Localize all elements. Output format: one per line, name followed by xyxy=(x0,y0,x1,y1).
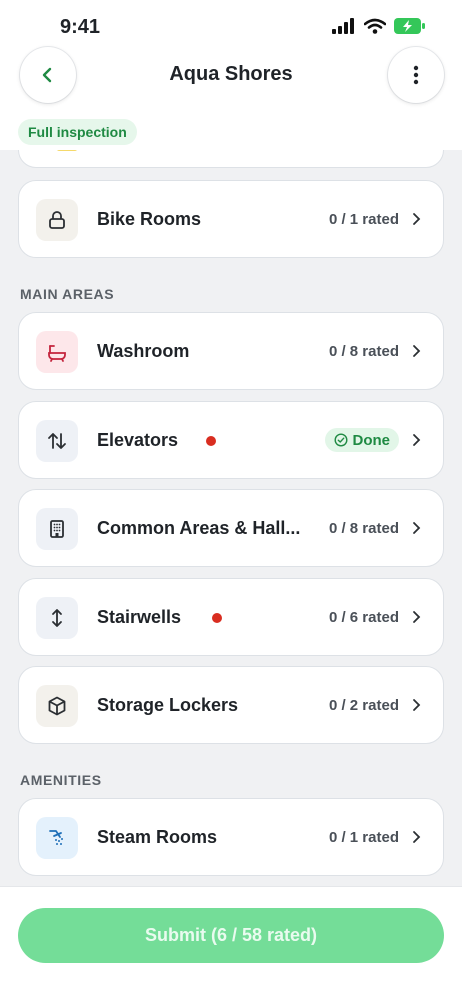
status-time: 9:41 xyxy=(60,16,101,38)
rated-count: 0 / 1 rated xyxy=(328,211,399,228)
rated-count: 0 / 8 rated xyxy=(328,343,399,360)
status-bar: 9:41 xyxy=(0,0,462,54)
area-card-stairwells[interactable]: Stairwells 0 / 6 rated xyxy=(18,578,444,656)
area-card-elevators[interactable]: Elevators Done xyxy=(18,401,444,479)
rated-count: 0 / 2 rated xyxy=(328,697,399,714)
area-card-bike-rooms[interactable]: Bike Rooms 0 / 1 rated xyxy=(18,180,444,258)
more-vertical-icon xyxy=(413,65,419,85)
area-card-washroom[interactable]: Washroom 0 / 8 rated xyxy=(18,312,444,390)
flag-dot xyxy=(206,436,216,446)
building-icon xyxy=(36,508,78,550)
bottom-action-bar: Submit (6 / 58 rated) xyxy=(0,886,462,1001)
area-title: Stairwells xyxy=(97,607,182,627)
wifi-icon xyxy=(364,18,386,34)
chevron-right-icon xyxy=(413,522,421,534)
flag-dot xyxy=(212,613,222,623)
up-down-arrows-icon xyxy=(36,420,78,462)
status-icons xyxy=(332,17,426,35)
box-icon xyxy=(36,685,78,727)
chevron-right-icon xyxy=(413,699,421,711)
chevron-right-icon xyxy=(413,345,421,357)
area-title: Bike Rooms xyxy=(97,209,202,229)
submit-button[interactable]: Submit (6 / 58 rated) xyxy=(18,908,444,963)
areas-list[interactable]: Bike Rooms 0 / 1 rated MAIN AREAS Washro… xyxy=(0,150,462,886)
status-label: Done xyxy=(352,431,391,449)
rated-count: 0 / 8 rated xyxy=(328,520,399,537)
area-title: Storage Lockers xyxy=(97,695,239,715)
battery-charging-icon xyxy=(394,18,425,34)
area-title: Common Areas & Hall... xyxy=(97,518,301,538)
rated-count: 0 / 6 rated xyxy=(328,609,399,626)
inspection-type-badge: Full inspection xyxy=(18,119,137,145)
check-circle-icon xyxy=(333,433,348,447)
area-title: Steam Rooms xyxy=(97,827,218,847)
area-card-partial[interactable] xyxy=(18,150,444,168)
vertical-arrows-icon xyxy=(36,597,78,639)
signal-icon xyxy=(332,18,354,34)
area-title: Elevators xyxy=(97,430,179,450)
area-card-storage-lockers[interactable]: Storage Lockers 0 / 2 rated xyxy=(18,666,444,744)
chevron-right-icon xyxy=(413,831,421,843)
more-options-button[interactable] xyxy=(388,47,444,103)
area-title: Washroom xyxy=(97,341,190,361)
section-header-amenities: AMENITIES xyxy=(20,772,102,788)
section-header-main-areas: MAIN AREAS xyxy=(20,286,115,302)
partial-icon-tile xyxy=(57,150,77,151)
shower-icon xyxy=(36,817,78,859)
status-badge: Done xyxy=(324,428,399,452)
rated-count: 0 / 1 rated xyxy=(328,829,399,846)
chevron-right-icon xyxy=(413,213,421,225)
area-card-steam-rooms[interactable]: Steam Rooms 0 / 1 rated xyxy=(18,798,444,876)
chevron-right-icon xyxy=(413,611,421,623)
lock-icon xyxy=(36,199,78,241)
header: Aqua Shores Full inspection xyxy=(0,47,462,150)
chevron-right-icon xyxy=(413,434,421,446)
area-card-common-areas[interactable]: Common Areas & Hall... 0 / 8 rated xyxy=(18,489,444,567)
bathtub-icon xyxy=(36,331,78,373)
